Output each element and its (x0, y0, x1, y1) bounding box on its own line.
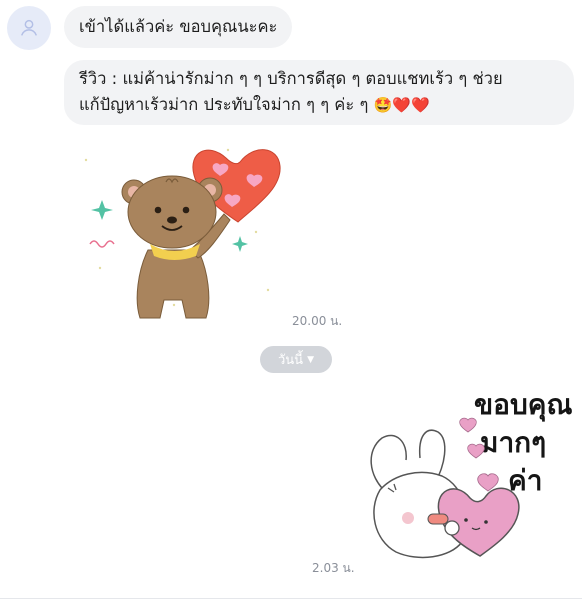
bunny-thank-you-sticker[interactable]: ขอบคุณ มากๆ ค่า (358, 380, 580, 565)
sticker-text-line-1: ขอบคุณ (474, 388, 572, 422)
divider (0, 598, 582, 599)
heart-emoji: ❤️ (410, 96, 430, 114)
review-text-line-1: รีวิว : แม่ค้าน่ารักม่าก ๆ ๆ บริการดีสุด… (79, 69, 503, 88)
message-timestamp: 2.03 น. (312, 561, 355, 575)
review-text-line-2: แก้ปัญหาเร้วม่าก ประทับใจม่าก ๆ ๆ ค่ะ ๆ (79, 95, 369, 114)
star-eyes-emoji: 🤩 (373, 96, 393, 114)
message-timestamp: 20.00 น. (292, 314, 343, 328)
avatar[interactable] (7, 6, 51, 50)
date-separator-label: วันนี้ (278, 353, 304, 368)
bear-heart-sticker[interactable] (78, 140, 288, 325)
caret-down-icon: ▼ (307, 354, 314, 365)
date-separator-pill[interactable]: วันนี้ ▼ (260, 346, 332, 373)
review-message-bubble[interactable]: รีวิว : แม่ค้าน่ารักม่าก ๆ ๆ บริการดีสุด… (64, 60, 574, 125)
user-icon (20, 19, 38, 36)
heart-emoji: ❤️ (392, 96, 411, 114)
message-text: เข้าได้แล้วค่ะ ขอบคุณนะคะ (79, 17, 278, 36)
message-bubble[interactable]: เข้าได้แล้วค่ะ ขอบคุณนะคะ (64, 6, 293, 48)
sticker-text-line-2: มากๆ (480, 426, 546, 459)
